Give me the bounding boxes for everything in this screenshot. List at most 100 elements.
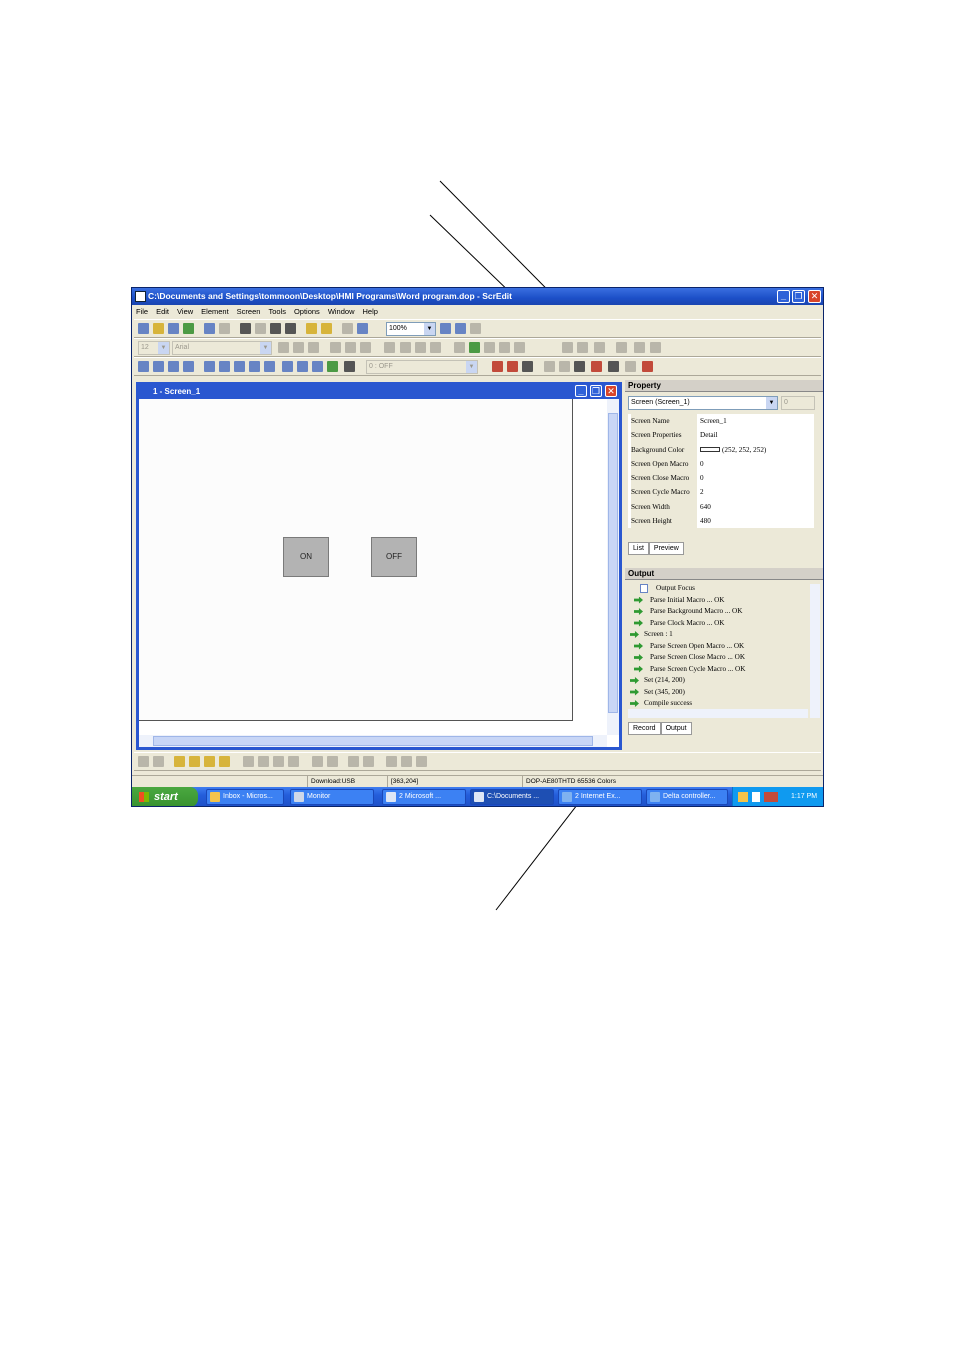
- taskbar-item-monitor[interactable]: Monitor: [290, 789, 374, 805]
- property-row[interactable]: Screen Cycle Macro 2: [628, 485, 814, 500]
- taskbar-item-word[interactable]: 2 Microsoft ...: [382, 789, 466, 805]
- minimize-button[interactable]: _: [777, 290, 790, 303]
- new-icon[interactable]: [138, 323, 149, 334]
- ungroup-icon[interactable]: [634, 342, 645, 353]
- align-right-icon[interactable]: [308, 342, 319, 353]
- space-v-icon[interactable]: [363, 756, 374, 767]
- align-middle-icon[interactable]: [345, 342, 356, 353]
- new-screen-icon[interactable]: [306, 323, 317, 334]
- menu-options[interactable]: Options: [290, 305, 324, 318]
- simulate-icon[interactable]: [625, 361, 636, 372]
- memory-icon[interactable]: [522, 361, 533, 372]
- open-icon[interactable]: [153, 323, 164, 334]
- property-row[interactable]: Screen Close Macro 0: [628, 471, 814, 486]
- circle-element-icon[interactable]: [219, 361, 230, 372]
- same-width-icon[interactable]: [312, 756, 323, 767]
- bring-front-icon[interactable]: [174, 756, 185, 767]
- tab-preview[interactable]: Preview: [648, 542, 684, 555]
- zoom-fit-icon[interactable]: [470, 323, 481, 334]
- align-bottom-icon[interactable]: [360, 342, 371, 353]
- tab-record[interactable]: Record: [628, 722, 661, 735]
- property-spinner[interactable]: 0: [781, 396, 815, 410]
- underline-icon[interactable]: [430, 342, 441, 353]
- print-icon[interactable]: [342, 323, 353, 334]
- meter-element-icon[interactable]: [153, 361, 164, 372]
- sampling-element-icon[interactable]: [297, 361, 308, 372]
- scrollbar-thumb[interactable]: [153, 736, 593, 746]
- align-right-icon[interactable]: [258, 756, 269, 767]
- bar-element-icon[interactable]: [168, 361, 179, 372]
- property-row[interactable]: Screen Height 480: [628, 514, 814, 529]
- align-center-icon[interactable]: [293, 342, 304, 353]
- forward-icon[interactable]: [204, 756, 215, 767]
- other-element-icon[interactable]: [344, 361, 355, 372]
- taskbar-item-screditor[interactable]: C:\Documents ...: [470, 789, 554, 805]
- paste-icon[interactable]: [270, 323, 281, 334]
- on-button[interactable]: ON: [283, 537, 329, 577]
- maximize-button[interactable]: ❐: [792, 290, 805, 303]
- align-left-icon[interactable]: [278, 342, 289, 353]
- scrollbar-thumb[interactable]: [608, 413, 618, 713]
- help-icon[interactable]: [357, 323, 368, 334]
- screen-maximize-button[interactable]: ❐: [590, 385, 602, 397]
- align-top-icon[interactable]: [273, 756, 284, 767]
- tray-icons[interactable]: [738, 792, 778, 802]
- tab-list[interactable]: List: [628, 542, 649, 555]
- center-h-icon[interactable]: [386, 756, 397, 767]
- backward-icon[interactable]: [219, 756, 230, 767]
- compile-icon[interactable]: [574, 361, 585, 372]
- open-screen-icon[interactable]: [321, 323, 332, 334]
- line-width-icon[interactable]: [499, 342, 510, 353]
- export-icon[interactable]: [183, 323, 194, 334]
- close-button[interactable]: ✕: [808, 290, 821, 303]
- off-button[interactable]: OFF: [371, 537, 417, 577]
- screen-minimize-button[interactable]: _: [575, 385, 587, 397]
- zoom-select[interactable]: 100% ▼: [386, 322, 436, 336]
- menu-window[interactable]: Window: [324, 305, 359, 318]
- multi-select-icon[interactable]: [153, 756, 164, 767]
- state-select[interactable]: 0 : OFF ▼: [366, 360, 478, 374]
- undo-icon[interactable]: [204, 323, 215, 334]
- property-row[interactable]: Screen Open Macro 0: [628, 456, 814, 472]
- group-icon[interactable]: [616, 342, 627, 353]
- zoom-in-icon[interactable]: [440, 323, 451, 334]
- select-icon[interactable]: [138, 756, 149, 767]
- fill-icon[interactable]: [469, 342, 480, 353]
- send-back-icon[interactable]: [189, 756, 200, 767]
- layer-up-icon[interactable]: [577, 342, 588, 353]
- download-icon[interactable]: [591, 361, 602, 372]
- design-canvas[interactable]: ON OFF: [139, 399, 573, 721]
- tab-output[interactable]: Output: [660, 722, 692, 735]
- pattern-icon[interactable]: [514, 342, 525, 353]
- upload-icon[interactable]: [608, 361, 619, 372]
- pipe-element-icon[interactable]: [183, 361, 194, 372]
- vertical-scrollbar[interactable]: [607, 399, 619, 735]
- layer-down-icon[interactable]: [594, 342, 605, 353]
- property-row[interactable]: Background Color (252, 252, 252): [628, 442, 814, 457]
- property-row[interactable]: Screen Properties Detail: [628, 428, 814, 443]
- text-bank-icon[interactable]: [492, 361, 503, 372]
- menu-view[interactable]: View: [173, 305, 197, 318]
- font-color-icon[interactable]: [384, 342, 395, 353]
- image-element-icon[interactable]: [234, 361, 245, 372]
- align-top-icon[interactable]: [330, 342, 341, 353]
- exit-simulate-icon[interactable]: [642, 361, 653, 372]
- prev-screen-icon[interactable]: [544, 361, 555, 372]
- zoom-out-icon[interactable]: [455, 323, 466, 334]
- picture-bank-icon[interactable]: [507, 361, 518, 372]
- menu-element[interactable]: Element: [197, 305, 233, 318]
- menu-help[interactable]: Help: [359, 305, 382, 318]
- center-v-icon[interactable]: [401, 756, 412, 767]
- bold-icon[interactable]: [400, 342, 411, 353]
- clock[interactable]: 1:17 PM: [791, 787, 817, 806]
- align-bottom-icon[interactable]: [288, 756, 299, 767]
- screen-close-button[interactable]: ✕: [605, 385, 617, 397]
- menu-edit[interactable]: Edit: [152, 305, 173, 318]
- display-element-icon[interactable]: [249, 361, 260, 372]
- same-height-icon[interactable]: [327, 756, 338, 767]
- menu-tools[interactable]: Tools: [264, 305, 290, 318]
- line-style-icon[interactable]: [484, 342, 495, 353]
- output-horizontal-scrollbar[interactable]: [628, 709, 808, 718]
- space-h-icon[interactable]: [348, 756, 359, 767]
- property-row[interactable]: Screen Width 640: [628, 499, 814, 515]
